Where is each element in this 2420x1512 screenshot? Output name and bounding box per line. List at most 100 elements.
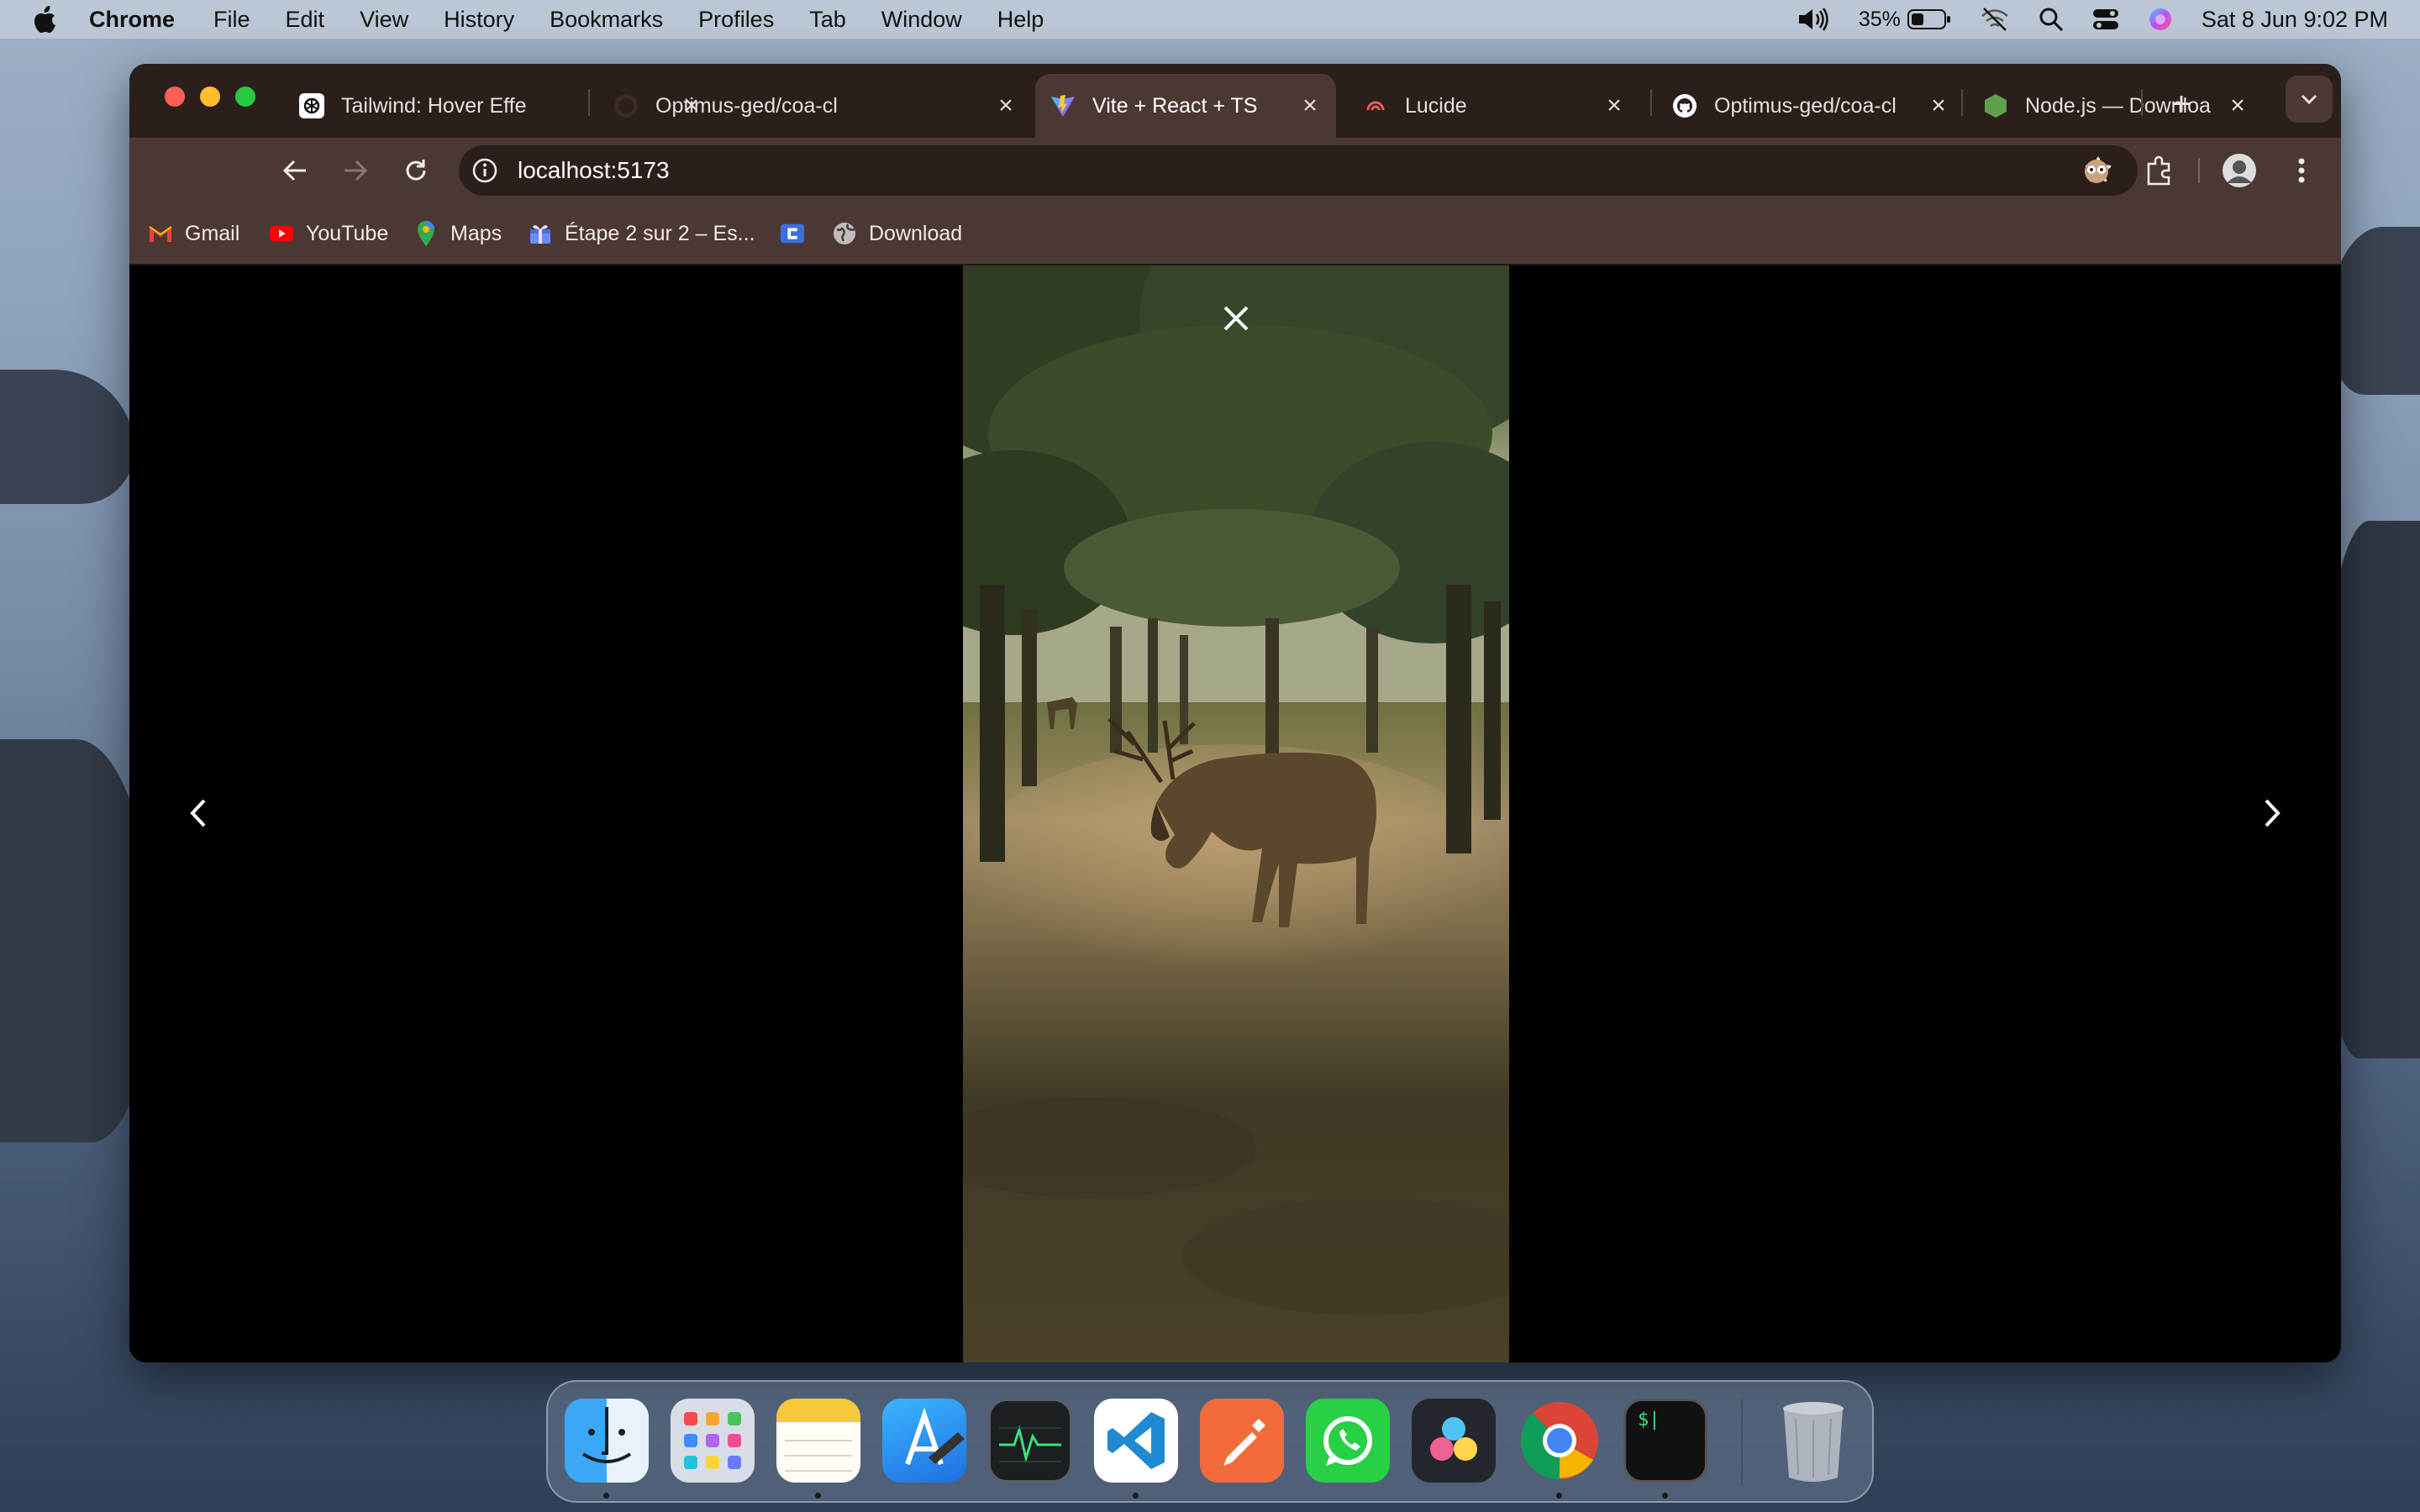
deer-grazing-photo <box>963 265 1509 1362</box>
next-image-button[interactable] <box>2247 788 2297 838</box>
bookmark-label: Download <box>869 221 963 245</box>
bookmark-canva[interactable] <box>780 217 817 250</box>
tab-title: Optimus-ged/coa-cl <box>655 93 838 118</box>
apple-menu-icon[interactable] <box>32 6 59 33</box>
chrome-running-dot <box>1556 1493 1562 1499</box>
terminal-running-dot <box>1662 1493 1668 1499</box>
menu-history[interactable]: History <box>444 7 514 33</box>
terminal-prompt: $| <box>1638 1410 1660 1431</box>
menu-app-name[interactable]: Chrome <box>89 7 175 33</box>
menu-profiles[interactable]: Profiles <box>698 7 774 33</box>
vscode-running-dot <box>1133 1493 1139 1499</box>
control-center-icon[interactable] <box>2092 8 2119 31</box>
canva-icon <box>780 221 805 246</box>
menu-view[interactable]: View <box>360 7 408 33</box>
whatsapp-icon[interactable] <box>1306 1399 1390 1483</box>
browser-toolbar: localhost:5173 <box>129 138 2341 203</box>
bookmark-maps[interactable]: Maps <box>413 217 502 250</box>
battery-icon[interactable] <box>1907 8 1951 30</box>
close-window-button[interactable] <box>165 87 185 107</box>
xcode-simulator-icon[interactable] <box>882 1399 966 1483</box>
trash-icon[interactable] <box>1771 1399 1855 1483</box>
tab-separator <box>1961 89 1963 116</box>
bookmark-gmail[interactable]: Gmail <box>148 217 239 250</box>
tab-strip: Tailwind: Hover Effe × Optimus-ged/coa-c… <box>129 64 2341 138</box>
address-bar[interactable]: localhost:5173 <box>459 145 2138 196</box>
bookmark-label: Gmail <box>185 221 240 245</box>
menu-edit[interactable]: Edit <box>286 7 325 33</box>
activity-monitor-icon[interactable] <box>988 1399 1072 1483</box>
tab-github-2[interactable]: Optimus-ged/coa-cl × <box>1657 74 1965 138</box>
notes-icon[interactable] <box>776 1399 860 1483</box>
notes-running-dot <box>815 1493 821 1499</box>
launchpad-icon[interactable] <box>671 1399 755 1483</box>
toolbar-divider <box>2198 158 2200 183</box>
bookmark-download[interactable]: Download <box>832 217 962 250</box>
tab-close-icon[interactable]: × <box>1928 92 1949 120</box>
clock[interactable]: Sat 8 Jun 9:02 PM <box>2202 7 2388 33</box>
desktop-rock <box>0 370 134 504</box>
arrow-right-icon <box>345 160 368 181</box>
lucide-icon <box>1363 93 1388 118</box>
menu-file[interactable]: File <box>213 7 250 33</box>
finder-icon[interactable] <box>565 1399 649 1483</box>
minimize-window-button[interactable] <box>200 87 220 107</box>
menu-tab[interactable]: Tab <box>809 7 846 33</box>
close-lightbox-button[interactable] <box>1213 296 1259 341</box>
new-tab-button[interactable]: + <box>2158 81 2205 128</box>
davinci-resolve-icon[interactable] <box>1412 1399 1496 1483</box>
tab-close-icon[interactable]: × <box>2227 92 2249 120</box>
tab-nodejs[interactable]: Node.js — Downloa × <box>1968 74 2264 138</box>
tab-title: Optimus-ged/coa-cl <box>1714 93 1897 118</box>
vite-icon <box>1050 93 1076 118</box>
menu-bookmarks[interactable]: Bookmarks <box>550 7 663 33</box>
reload-icon <box>406 160 426 181</box>
finder-running-dot <box>603 1493 609 1499</box>
vscode-icon[interactable] <box>1094 1399 1178 1483</box>
siri-icon[interactable] <box>2148 7 2173 32</box>
previous-image-button[interactable] <box>173 788 224 838</box>
tab-close-icon[interactable]: × <box>1299 92 1321 120</box>
tab-search-button[interactable] <box>2286 76 2333 123</box>
back-button[interactable] <box>274 150 316 192</box>
extension-icon[interactable] <box>2075 150 2118 192</box>
gift-icon <box>528 221 553 246</box>
tab-title: Lucide <box>1405 93 1467 118</box>
menu-help[interactable]: Help <box>997 7 1044 33</box>
desktop-rock <box>2328 227 2420 395</box>
bookmarks-bar: Gmail YouTube Maps Étape 2 sur 2 – Es... <box>129 203 2341 265</box>
bookmark-etape[interactable]: Étape 2 sur 2 – Es... <box>528 217 755 250</box>
dock: $| <box>546 1380 1874 1503</box>
nodejs-icon <box>1983 93 2008 118</box>
tab-close-icon[interactable]: × <box>995 92 1017 120</box>
bookmark-youtube[interactable]: YouTube <box>269 217 388 250</box>
chrome-icon[interactable] <box>1518 1399 1602 1483</box>
tab-lucide[interactable]: Lucide × <box>1348 74 1640 138</box>
terminal-icon[interactable]: $| <box>1623 1399 1707 1483</box>
chrome-menu-icon[interactable] <box>2281 150 2323 192</box>
forward-button[interactable] <box>334 150 376 192</box>
menu-bar: Chrome File Edit View History Bookmarks … <box>0 0 2420 39</box>
url-text[interactable]: localhost:5173 <box>518 157 670 184</box>
arrow-left-icon <box>282 160 306 181</box>
globe-icon <box>832 221 857 246</box>
bookmark-label: YouTube <box>306 221 389 245</box>
spotlight-search-icon[interactable] <box>2039 7 2064 32</box>
reload-button[interactable] <box>395 150 437 192</box>
wifi-off-icon[interactable] <box>1980 7 2010 32</box>
volume-icon[interactable] <box>1797 7 1830 32</box>
browser-window: Tailwind: Hover Effe × Optimus-ged/coa-c… <box>129 64 2341 1362</box>
tab-vite-active[interactable]: Vite + React + TS × <box>1035 74 1336 138</box>
zoom-window-button[interactable] <box>235 87 255 107</box>
chevron-right-icon <box>2265 799 2281 827</box>
bookmark-label: Maps <box>450 221 502 245</box>
extensions-puzzle-icon[interactable] <box>2138 150 2180 192</box>
tab-separator <box>2141 89 2143 116</box>
bookmark-label: Étape 2 sur 2 – Es... <box>565 221 755 245</box>
postman-icon[interactable] <box>1200 1399 1284 1483</box>
tab-close-icon[interactable]: × <box>1603 92 1625 120</box>
menu-window[interactable]: Window <box>881 7 962 33</box>
tab-github-1[interactable]: Optimus-ged/coa-cl × <box>598 74 1032 138</box>
site-info-icon[interactable] <box>471 156 499 185</box>
profile-avatar[interactable] <box>2218 150 2260 192</box>
